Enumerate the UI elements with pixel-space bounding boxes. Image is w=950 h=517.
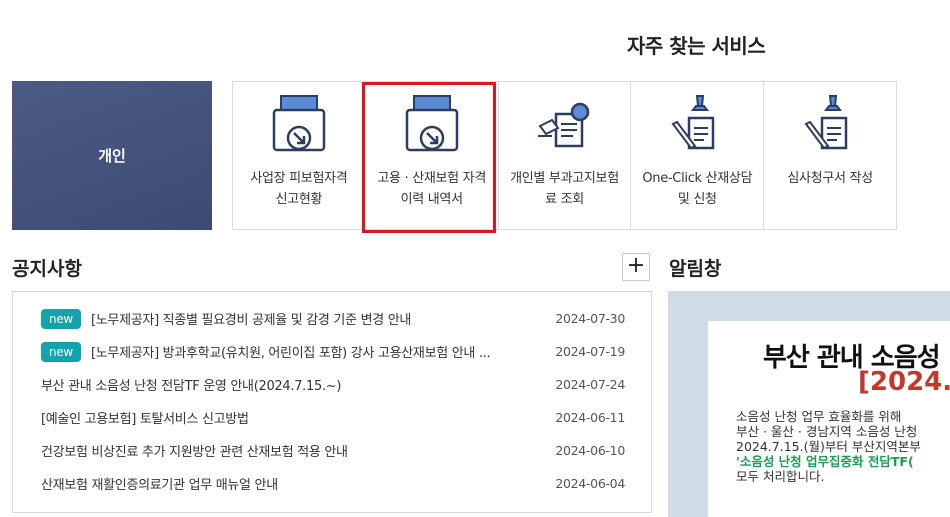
notice-text[interactable]: [예술인 고용보험] 토탈서비스 신고방법: [41, 408, 545, 427]
pen-document-icon: [804, 95, 848, 150]
notice-list-box: new [노무제공자] 직종별 필요경비 공제율 및 감경 기준 변경 안내 2…: [12, 291, 652, 513]
service-item-one-click[interactable]: One-Click 산재상담 및 신청: [631, 82, 765, 229]
pen-document-icon: [671, 95, 715, 150]
services-row: 사업장 피보험자격 신고현황 고용 · 산재보험 자격 이력 내역서 개인별 부…: [232, 81, 897, 230]
folder-arrow-icon: [272, 95, 326, 152]
notice-row[interactable]: [예술인 고용보험] 토탈서비스 신고방법 2024-06-11: [41, 401, 625, 434]
alarm-title: 알림창: [669, 258, 722, 280]
notice-date: 2024-06-10: [555, 443, 625, 458]
new-badge: new: [41, 341, 81, 362]
notice-date: 2024-07-24: [555, 377, 625, 392]
notice-text[interactable]: [노무제공자] 직종별 필요경비 공제율 및 감경 기준 변경 안내: [91, 309, 545, 328]
document-search-icon: [538, 102, 590, 148]
alarm-line: 모두 처리합니다.: [736, 469, 825, 484]
service-item-label: One-Click 산재상담 및 신청: [642, 171, 753, 207]
notice-date: 2024-07-30: [555, 311, 625, 326]
notice-text[interactable]: 건강보험 비상진료 추가 지원방안 관련 산재보험 적용 안내: [41, 441, 545, 460]
service-item-workplace-insured[interactable]: 사업장 피보험자격 신고현황: [233, 82, 366, 229]
notice-row[interactable]: 산재보험 재활인증의료기관 업무 매뉴얼 안내 2024-06-04: [41, 467, 625, 500]
alarm-card: 부산 관내 소음성 [2024. 소음성 난청 업무 효율화를 위해 부산 · …: [708, 321, 950, 517]
alarm-banner[interactable]: 부산 관내 소음성 [2024. 소음성 난청 업무 효율화를 위해 부산 · …: [668, 291, 950, 517]
service-item-label: 심사청구서 작성: [787, 171, 873, 186]
service-item-review-claim[interactable]: 심사청구서 작성: [764, 82, 896, 229]
alarm-line: 부산 · 울산 · 경남지역 소음성 난청: [736, 424, 918, 439]
service-item-insurance-history[interactable]: 고용 · 산재보험 자격 이력 내역서: [366, 82, 499, 229]
services-title: 자주 찾는 서비스: [627, 34, 766, 58]
alarm-line: '소음성 난청 업무집중화 전담TF(: [736, 454, 914, 469]
service-item-label: 사업장 피보험자격 신고현황: [250, 171, 348, 207]
notice-date: 2024-06-04: [555, 476, 625, 491]
service-item-label: 개인별 부과고지보험료 조회: [510, 171, 619, 207]
alarm-body: 소음성 난청 업무 효율화를 위해 부산 · 울산 · 경남지역 소음성 난청 …: [736, 409, 921, 484]
notice-date: 2024-06-11: [555, 410, 625, 425]
service-item-label: 고용 · 산재보험 자격 이력 내역서: [377, 171, 486, 207]
service-item-premium-inquiry[interactable]: 개인별 부과고지보험료 조회: [499, 82, 632, 229]
notice-row[interactable]: 부산 관내 소음성 난청 전담TF 운영 안내(2024.7.15.~) 202…: [41, 368, 625, 401]
notice-date: 2024-07-19: [555, 344, 625, 359]
notice-text[interactable]: 부산 관내 소음성 난청 전담TF 운영 안내(2024.7.15.~): [41, 375, 545, 394]
notice-list: new [노무제공자] 직종별 필요경비 공제율 및 감경 기준 변경 안내 2…: [41, 302, 625, 500]
alarm-line: 2024.7.15.(월)부터 부산지역본부: [736, 439, 921, 454]
notice-more-button[interactable]: +: [622, 253, 650, 281]
notice-text[interactable]: 산재보험 재활인증의료기관 업무 매뉴얼 안내: [41, 474, 545, 493]
folder-arrow-icon: [405, 95, 458, 152]
personal-tile-label: 개인: [98, 147, 126, 165]
notice-row[interactable]: new [노무제공자] 직종별 필요경비 공제율 및 감경 기준 변경 안내 2…: [41, 302, 625, 335]
notice-text[interactable]: [노무제공자] 방과후학교(유치원, 어린이집 포함) 강사 고용산재보험 안내…: [91, 342, 545, 361]
notice-row[interactable]: new [노무제공자] 방과후학교(유치원, 어린이집 포함) 강사 고용산재보…: [41, 335, 625, 368]
alarm-subheadline: [2024.: [858, 367, 950, 397]
personal-tile[interactable]: 개인: [12, 81, 212, 230]
new-badge: new: [41, 308, 81, 329]
notice-title: 공지사항: [12, 258, 82, 280]
notice-row[interactable]: 건강보험 비상진료 추가 지원방안 관련 산재보험 적용 안내 2024-06-…: [41, 434, 625, 467]
alarm-line: 소음성 난청 업무 효율화를 위해: [736, 409, 902, 424]
